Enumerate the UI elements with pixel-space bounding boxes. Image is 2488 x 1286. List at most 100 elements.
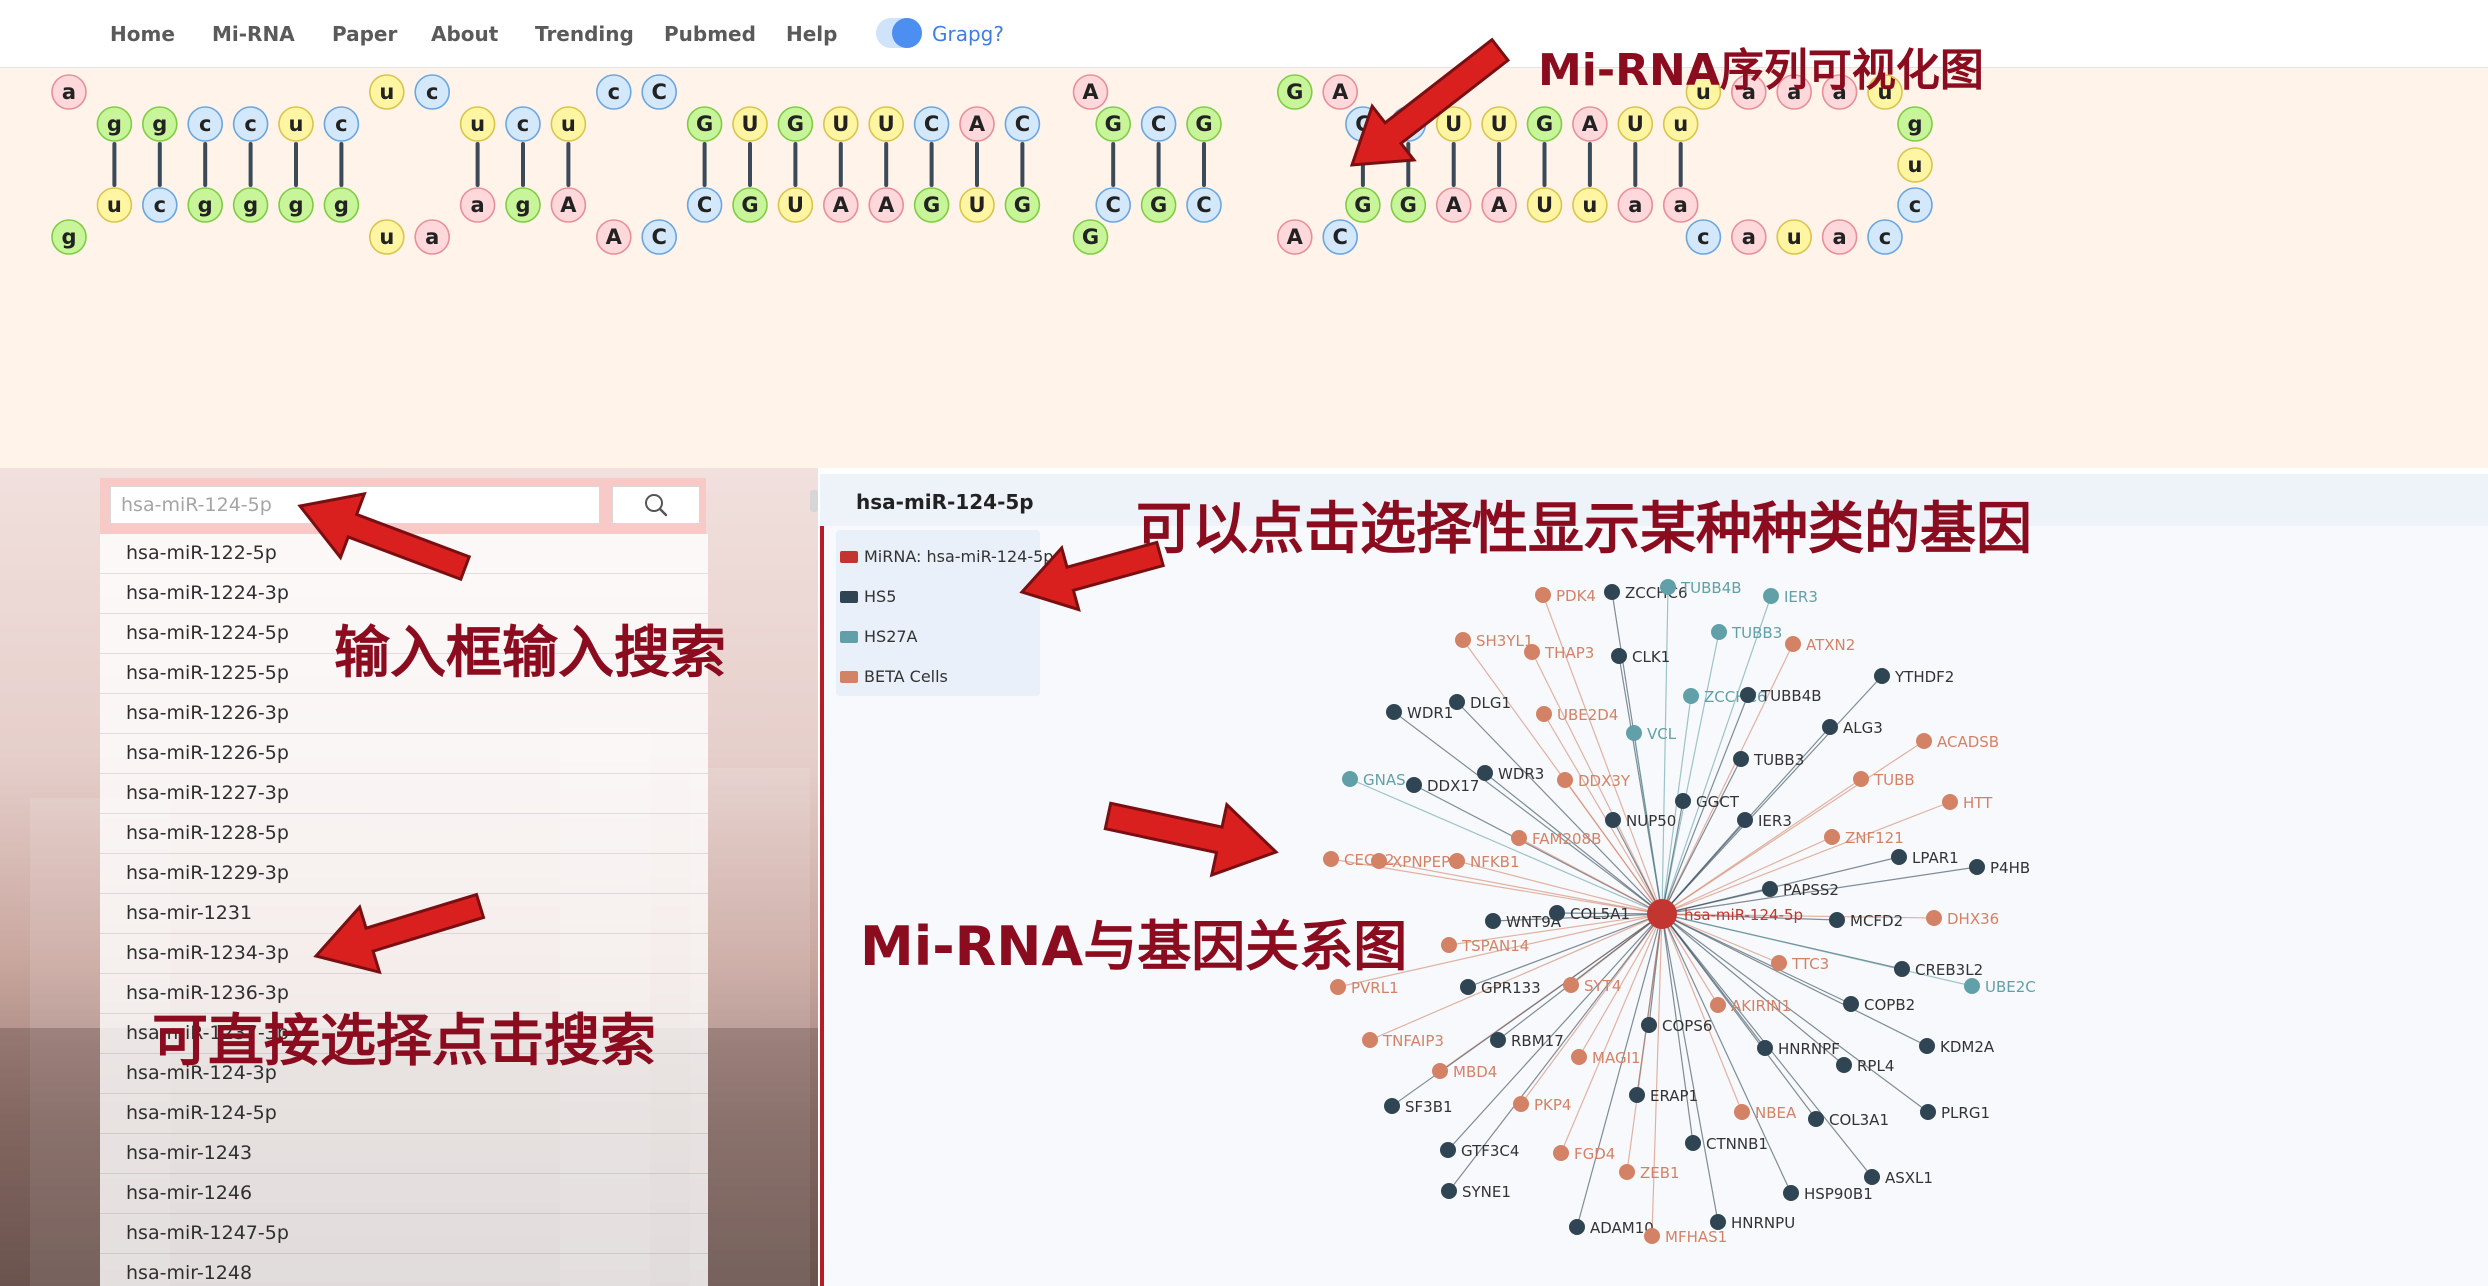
- gene-node[interactable]: TUBB3: [1733, 751, 1804, 769]
- nav-paper[interactable]: Paper: [332, 22, 397, 46]
- gene-node[interactable]: ERAP1: [1629, 1087, 1698, 1105]
- gene-node[interactable]: VCL: [1626, 725, 1677, 743]
- gene-node[interactable]: COL3A1: [1808, 1111, 1889, 1129]
- nucleotide-paired-bottom: U: [777, 187, 814, 223]
- gene-node[interactable]: FAM208B: [1511, 830, 1601, 848]
- gene-node[interactable]: HNRNPF: [1757, 1040, 1840, 1058]
- mirna-search-input[interactable]: [110, 486, 600, 524]
- nucleotide-paired-bottom: U: [959, 187, 995, 223]
- gene-node[interactable]: DDX17: [1406, 777, 1479, 795]
- mirna-list-item[interactable]: hsa-miR-1247-5p: [100, 1214, 708, 1254]
- gene-node[interactable]: GPR133: [1460, 979, 1541, 997]
- gene-node[interactable]: FGD4: [1553, 1145, 1615, 1163]
- gene-node[interactable]: PKP4: [1513, 1096, 1571, 1114]
- gene-node[interactable]: IER3: [1737, 812, 1792, 830]
- gene-node[interactable]: ALG3: [1822, 719, 1883, 737]
- gene-node[interactable]: SF3B1: [1384, 1098, 1453, 1116]
- panel-resize-handle[interactable]: [810, 490, 818, 512]
- gene-node[interactable]: DDX3Y: [1557, 772, 1631, 790]
- nav-home[interactable]: Home: [110, 22, 175, 46]
- gene-node[interactable]: NBEA: [1734, 1104, 1797, 1122]
- mirna-list-item[interactable]: hsa-miR-1226-5p: [100, 734, 708, 774]
- gene-node[interactable]: SH3YL1: [1455, 632, 1533, 650]
- gene-node[interactable]: LPAR1: [1891, 849, 1959, 867]
- gene-node[interactable]: MAGI1: [1571, 1049, 1641, 1067]
- gene-node[interactable]: HTT: [1942, 794, 1993, 812]
- gene-node[interactable]: THAP3: [1524, 644, 1594, 662]
- gene-node[interactable]: TUBB3: [1711, 624, 1782, 642]
- mirna-list-item[interactable]: hsa-mir-1243: [100, 1134, 708, 1174]
- gene-node[interactable]: PLRG1: [1920, 1104, 1990, 1122]
- mirna-list-item[interactable]: hsa-miR-122-5p: [100, 534, 708, 574]
- gene-node[interactable]: NFKB1: [1449, 853, 1520, 871]
- gene-node[interactable]: GGCT: [1675, 793, 1740, 811]
- gene-node[interactable]: NUP50: [1605, 812, 1676, 830]
- gene-node[interactable]: CREB3L2: [1894, 961, 1983, 979]
- graph-toggle-label[interactable]: Grapg?: [932, 22, 1004, 46]
- gene-node[interactable]: YTHDF2: [1874, 668, 1954, 686]
- nucleotide-letter: A: [1491, 193, 1508, 217]
- gene-node[interactable]: ZEB1: [1619, 1164, 1680, 1182]
- gene-node[interactable]: SYT4: [1563, 977, 1621, 995]
- mirna-list-item[interactable]: hsa-miR-1226-3p: [100, 694, 708, 734]
- mirna-list-item[interactable]: hsa-mir-1231: [100, 894, 708, 934]
- nav-trending[interactable]: Trending: [535, 22, 634, 46]
- gene-node[interactable]: MFHAS1: [1644, 1228, 1727, 1246]
- gene-node[interactable]: RBM17: [1490, 1032, 1564, 1050]
- gene-node[interactable]: ATXN2: [1785, 636, 1855, 654]
- mirna-list-item[interactable]: hsa-miR-1229-3p: [100, 854, 708, 894]
- gene-node[interactable]: GNAS: [1342, 771, 1406, 789]
- mirna-list-item[interactable]: hsa-miR-124-5p: [100, 1094, 708, 1134]
- mirna-list-item[interactable]: hsa-mir-1246: [100, 1174, 708, 1214]
- gene-node[interactable]: DLG1: [1449, 694, 1511, 712]
- gene-node[interactable]: SYNE1: [1441, 1183, 1511, 1201]
- gene-label: FGD4: [1574, 1145, 1615, 1163]
- gene-node[interactable]: RPL4: [1836, 1057, 1894, 1075]
- nav-about[interactable]: About: [431, 22, 498, 46]
- gene-node[interactable]: COPB2: [1843, 996, 1915, 1014]
- gene-node[interactable]: WDR3: [1477, 765, 1544, 783]
- gene-node[interactable]: CTNNB1: [1685, 1135, 1768, 1153]
- gene-node[interactable]: HSP90B1: [1783, 1185, 1873, 1203]
- mirna-list-item[interactable]: hsa-mir-1248: [100, 1254, 708, 1286]
- gene-node[interactable]: WDR1: [1386, 704, 1453, 722]
- gene-node[interactable]: ADAM10: [1569, 1219, 1654, 1237]
- nav-mirna[interactable]: Mi-RNA: [212, 22, 295, 46]
- nucleotide-paired-bottom: G: [1390, 187, 1427, 223]
- gene-node[interactable]: TTC3: [1771, 955, 1829, 973]
- gene-node[interactable]: ZNF121: [1824, 829, 1904, 847]
- gene-node[interactable]: TSPAN14: [1441, 937, 1529, 955]
- mirna-list-item[interactable]: hsa-miR-1227-3p: [100, 774, 708, 814]
- nav-help[interactable]: Help: [786, 22, 837, 46]
- gene-node[interactable]: GTF3C4: [1440, 1142, 1519, 1160]
- nucleotide-letter: C: [1151, 112, 1166, 136]
- gene-node[interactable]: UBE2C: [1964, 978, 2036, 996]
- gene-node[interactable]: IER3: [1763, 588, 1818, 606]
- gene-node[interactable]: COPS6: [1641, 1017, 1712, 1035]
- gene-node[interactable]: PDK4: [1535, 587, 1596, 605]
- gene-node[interactable]: DHX36: [1926, 910, 1999, 928]
- nav-pubmed[interactable]: Pubmed: [664, 22, 756, 46]
- gene-node[interactable]: COL5A1: [1549, 905, 1630, 923]
- gene-node[interactable]: PVRL1: [1330, 979, 1399, 997]
- gene-node[interactable]: P4HB: [1969, 859, 2030, 877]
- gene-node[interactable]: TUBB: [1853, 771, 1915, 789]
- graph-toggle-switch[interactable]: [876, 18, 922, 48]
- nucleotide-paired-top: U: [1481, 106, 1517, 142]
- search-button[interactable]: [612, 486, 700, 524]
- gene-node[interactable]: ACADSB: [1916, 733, 1999, 751]
- gene-node[interactable]: AKIRIN1: [1710, 997, 1791, 1015]
- nucleotide-letter: u: [289, 112, 304, 136]
- gene-node[interactable]: MCFD2: [1829, 912, 1903, 930]
- nucleotide-letter: g: [152, 112, 167, 136]
- mirna-list-item[interactable]: hsa-miR-1228-5p: [100, 814, 708, 854]
- mirna-center-node[interactable]: hsa-miR-124-5p: [1647, 899, 1803, 929]
- gene-node[interactable]: PAPSS2: [1762, 881, 1839, 899]
- gene-node[interactable]: TNFAIP3: [1362, 1032, 1444, 1050]
- gene-node[interactable]: CLK1: [1611, 648, 1670, 666]
- gene-node[interactable]: KDM2A: [1919, 1038, 1995, 1056]
- mirna-list-item[interactable]: hsa-miR-1234-3p: [100, 934, 708, 974]
- gene-node[interactable]: ASXL1: [1864, 1169, 1933, 1187]
- gene-node[interactable]: MBD4: [1432, 1063, 1497, 1081]
- nucleotide-letter: G: [787, 112, 804, 136]
